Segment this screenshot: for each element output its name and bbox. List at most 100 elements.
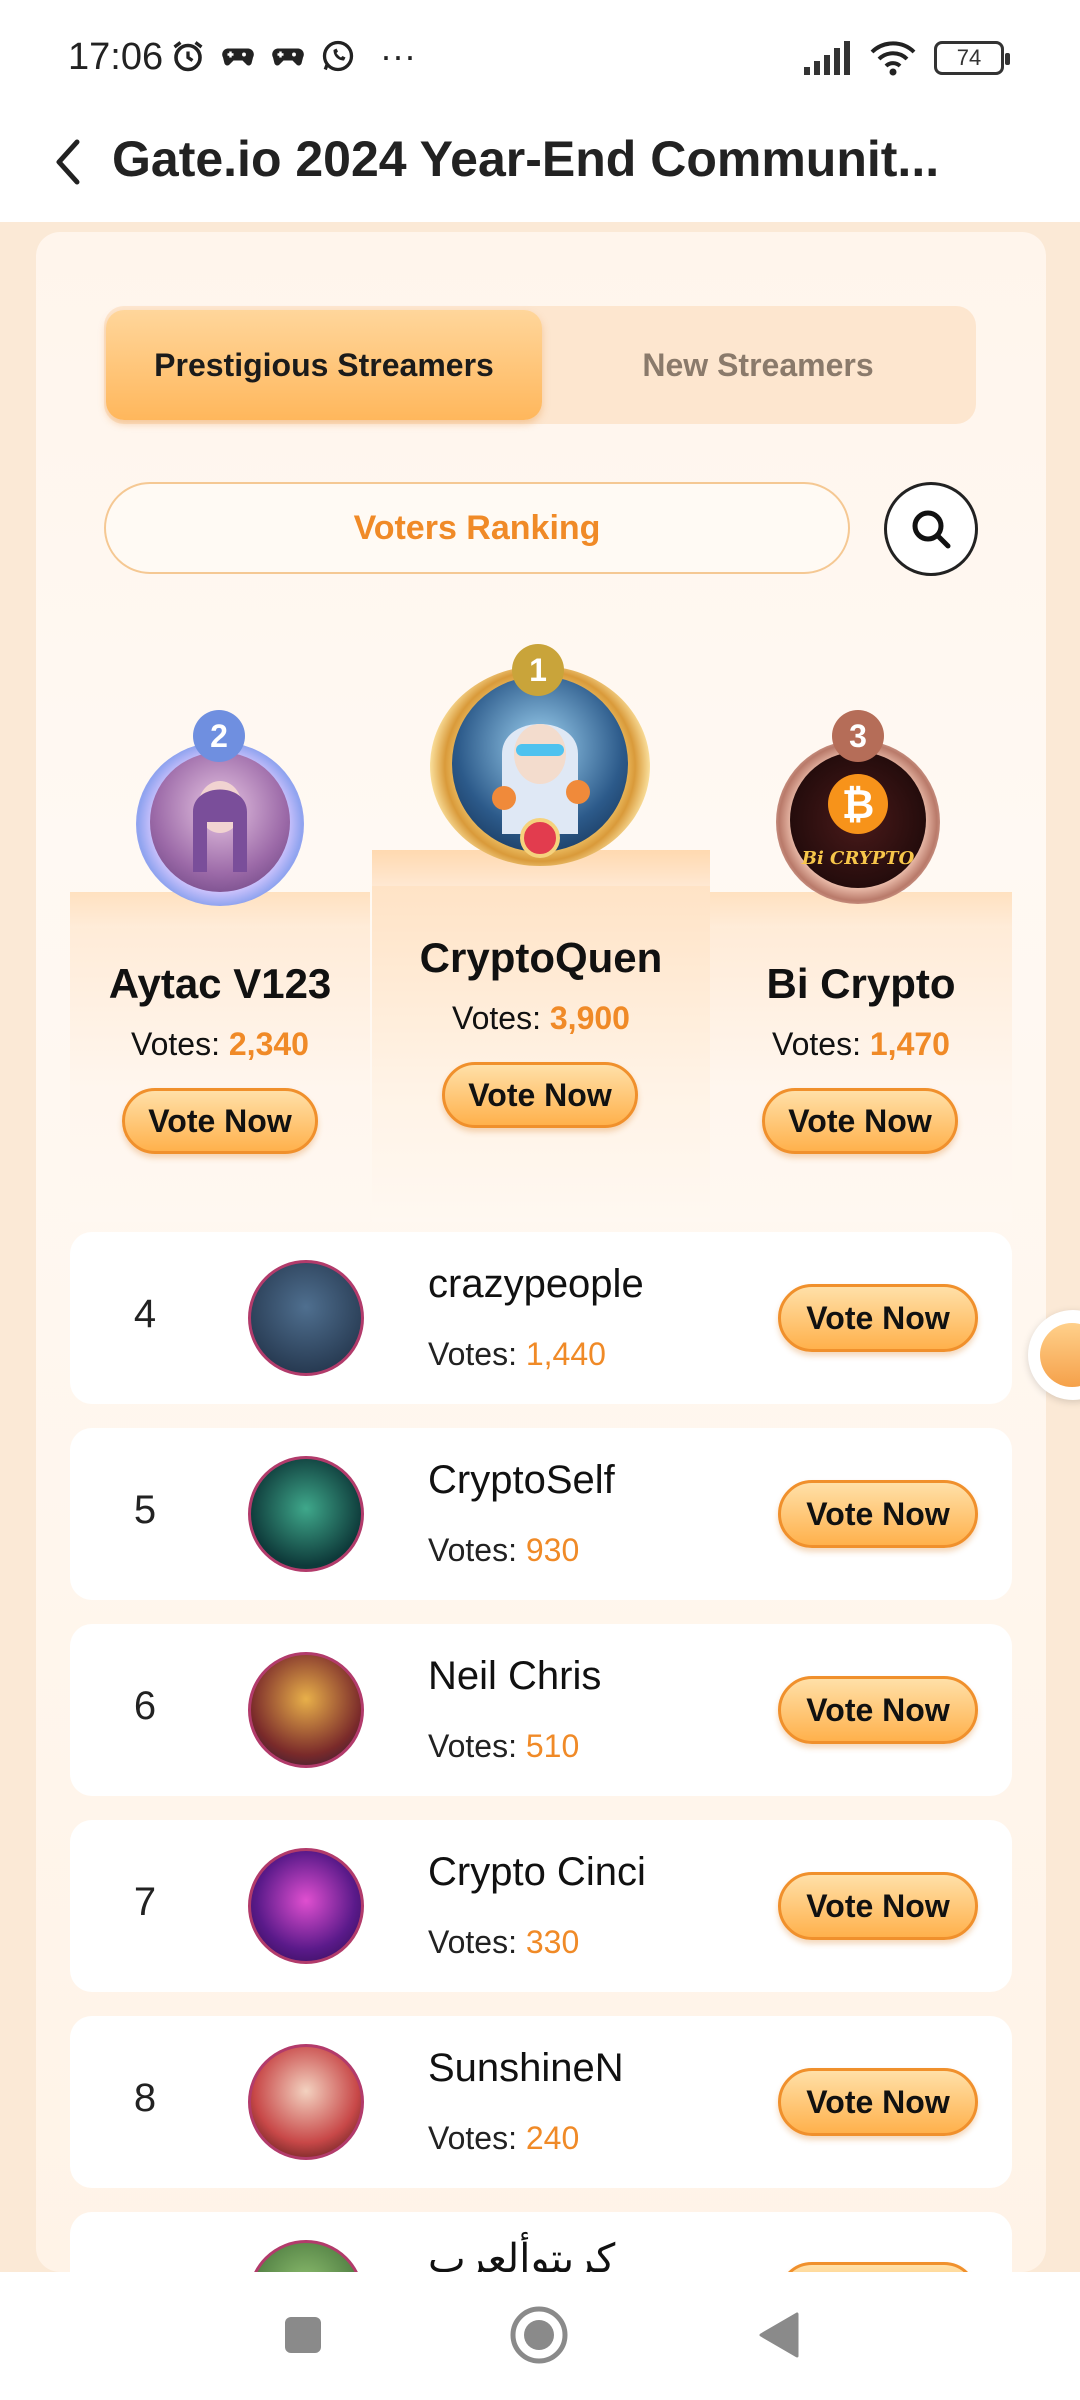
- vote-now-button[interactable]: Vote Now: [778, 1284, 978, 1352]
- votes-count: 1,440: [525, 1336, 606, 1372]
- list-item: كريتوألعرب: [70, 2212, 1012, 2272]
- vote-now-button[interactable]: Vote Now: [442, 1062, 638, 1128]
- vote-now-button[interactable]: [778, 2262, 978, 2272]
- streamer-name: SunshineN: [428, 2046, 624, 2090]
- triangle-back-icon: [759, 2312, 799, 2358]
- avatar[interactable]: [248, 2240, 364, 2272]
- streamer-name: Crypto Cinci: [428, 1850, 646, 1894]
- votes-label: Votes:: [428, 1924, 526, 1960]
- svg-text:₿: ₿: [842, 782, 875, 828]
- votes-label: Votes:: [428, 2120, 526, 2156]
- list-item: 7 Crypto Cinci Votes: 330 Vote Now: [70, 1820, 1012, 1992]
- votes-count: 240: [525, 2120, 580, 2156]
- votes-count: 3,900: [549, 1000, 630, 1036]
- streamer-tabs: Prestigious Streamers New Streamers: [104, 306, 976, 424]
- votes-count: 330: [525, 1924, 580, 1960]
- vote-now-button[interactable]: Vote Now: [762, 1088, 958, 1154]
- ruby-gem-icon: [520, 818, 560, 858]
- votes-count: 510: [525, 1728, 580, 1764]
- list-item: 6 Neil Chris Votes: 510 Vote Now: [70, 1624, 1012, 1796]
- streamer-votes: Votes: 510: [428, 1728, 579, 1765]
- podium-name-1: CryptoQuen: [419, 934, 663, 981]
- whatsapp-icon: [322, 40, 354, 72]
- rank-number: 6: [133, 1684, 157, 1728]
- bitcoin-icon: ₿ Bi CRYPTO: [801, 774, 915, 869]
- vote-now-button[interactable]: Vote Now: [778, 1480, 978, 1548]
- search-button[interactable]: [884, 482, 978, 576]
- podium-name-3: Bi Crypto: [766, 960, 956, 1007]
- avatar-aytac[interactable]: [150, 752, 290, 892]
- avatar[interactable]: [248, 1848, 364, 1964]
- search-icon: [912, 510, 951, 549]
- avatar[interactable]: [248, 2044, 364, 2160]
- rank-badge-2: 2: [193, 710, 245, 762]
- votes-count: 1,470: [869, 1026, 950, 1062]
- votes-label: Votes:: [428, 1336, 526, 1372]
- signal-icon: [804, 41, 850, 75]
- page-title: Gate.io 2024 Year-End Communit...: [112, 131, 940, 187]
- status-time: 17:06: [68, 36, 164, 78]
- list-item: 8 SunshineN Votes: 240 Vote Now: [70, 2016, 1012, 2188]
- rank-number: 4: [133, 1292, 157, 1336]
- chevron-left-icon: [56, 139, 80, 185]
- wifi-icon: [870, 41, 916, 76]
- avatar-bi-crypto[interactable]: ₿ Bi CRYPTO: [790, 752, 926, 888]
- votes-label: Votes:: [772, 1026, 870, 1062]
- vote-now-button[interactable]: Vote Now: [778, 1872, 978, 1940]
- votes-label: Votes:: [131, 1026, 229, 1062]
- streamer-name: Neil Chris: [428, 1654, 602, 1698]
- streamer-votes: Votes: 240: [428, 2120, 579, 2157]
- podium-votes-1: Votes: 3,900: [372, 1000, 710, 1037]
- battery-icon: 74: [934, 41, 1010, 75]
- notification-icons: ···: [170, 38, 416, 74]
- circle-icon: [510, 2306, 568, 2364]
- streamer-votes: Votes: 330: [428, 1924, 579, 1961]
- recents-button[interactable]: [270, 2302, 336, 2368]
- rank-number: 8: [133, 2076, 157, 2120]
- battery-level: 74: [956, 45, 982, 70]
- streamer-name: CryptoSelf: [428, 1458, 615, 1502]
- tab-new-streamers[interactable]: New Streamers: [542, 310, 974, 420]
- back-nav-button[interactable]: [746, 2302, 812, 2368]
- list-item: 4 crazypeople Votes: 1,440 Vote Now: [70, 1232, 1012, 1404]
- podium-votes-3: Votes: 1,470: [710, 1026, 1012, 1063]
- square-icon: [285, 2317, 321, 2353]
- app-header: Gate.io 2024 Year-End Communit...: [0, 110, 1080, 222]
- rank-badge-1: 1: [512, 644, 564, 696]
- more-notifications: ···: [380, 35, 416, 76]
- avatar[interactable]: [248, 1456, 364, 1572]
- vote-now-button[interactable]: Vote Now: [778, 1676, 978, 1744]
- system-icons: 74: [804, 40, 1010, 76]
- streamer-votes: Votes: 930: [428, 1532, 579, 1569]
- game-controller-icon: [272, 48, 304, 66]
- back-button[interactable]: [38, 132, 98, 192]
- podium-name-2: Aytac V123: [108, 960, 332, 1007]
- voters-ranking-button[interactable]: Voters Ranking: [104, 482, 850, 574]
- vote-now-button[interactable]: Vote Now: [778, 2068, 978, 2136]
- game-controller-icon: [222, 48, 254, 66]
- votes-count: 2,340: [228, 1026, 309, 1062]
- avatar[interactable]: [248, 1652, 364, 1768]
- votes-label: Votes:: [452, 1000, 550, 1036]
- portrait-icon: [193, 781, 247, 872]
- avatar[interactable]: [248, 1260, 364, 1376]
- streamer-name: crazypeople: [428, 1262, 644, 1306]
- streamer-votes: Votes: 1,440: [428, 1336, 606, 1373]
- alarm-icon: [173, 41, 203, 72]
- status-bar: 17:06 ··· 74: [0, 0, 1080, 110]
- list-item: 5 CryptoSelf Votes: 930 Vote Now: [70, 1428, 1012, 1600]
- votes-label: Votes:: [428, 1728, 526, 1764]
- streamer-name: كريتوألعرب: [428, 2237, 616, 2272]
- votes-count: 930: [525, 1532, 580, 1568]
- portrait-icon: [492, 724, 590, 834]
- tab-prestigious-streamers[interactable]: Prestigious Streamers: [106, 310, 542, 420]
- svg-text:Bi CRYPTO: Bi CRYPTO: [801, 848, 915, 869]
- home-button[interactable]: [506, 2302, 572, 2368]
- votes-label: Votes:: [428, 1532, 526, 1568]
- floating-icon: [1040, 1323, 1080, 1387]
- rank-badge-3: 3: [832, 710, 884, 762]
- vote-now-button[interactable]: Vote Now: [122, 1088, 318, 1154]
- rank-number: 7: [133, 1880, 157, 1924]
- system-nav-bar: [0, 2272, 1080, 2400]
- rank-number: 5: [133, 1488, 157, 1532]
